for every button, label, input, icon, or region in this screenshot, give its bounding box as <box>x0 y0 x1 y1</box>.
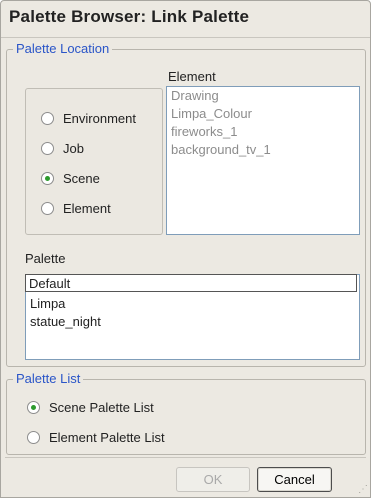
ok-button[interactable]: OK <box>176 467 250 492</box>
element-list-header: Element <box>168 69 216 84</box>
radio-label: Environment <box>63 110 136 126</box>
element-list[interactable]: Drawing Limpa_Colour fireworks_1 backgro… <box>166 86 360 235</box>
cancel-button[interactable]: Cancel <box>257 467 332 492</box>
list-item[interactable]: fireworks_1 <box>167 123 359 141</box>
window-title: Palette Browser: Link Palette <box>9 7 250 26</box>
palette-label: Palette <box>25 251 66 266</box>
radio-label: Scene Palette List <box>49 399 154 415</box>
radio-scene[interactable]: Scene <box>41 168 100 188</box>
palette-selected-item[interactable]: Default <box>25 274 357 292</box>
radio-environment[interactable]: Environment <box>41 108 136 128</box>
list-item[interactable]: Limpa <box>26 295 359 313</box>
footer-divider <box>5 457 366 458</box>
radio-label: Element Palette List <box>49 429 165 445</box>
radio-button[interactable] <box>27 430 40 444</box>
radio-element-palette-list[interactable]: Element Palette List <box>27 427 165 447</box>
resize-grip-icon[interactable]: ⋰ <box>358 485 368 495</box>
list-item[interactable]: Drawing <box>167 87 359 105</box>
radio-button-checked[interactable] <box>41 171 54 185</box>
radio-button[interactable] <box>41 141 54 155</box>
radio-button-checked[interactable] <box>27 400 40 414</box>
radio-element[interactable]: Element <box>41 198 111 218</box>
palette-browser-dialog: Palette Browser: Link Palette Palette Lo… <box>0 0 371 498</box>
radio-label: Job <box>63 140 84 156</box>
list-item[interactable]: statue_night <box>26 313 359 331</box>
radio-label: Element <box>63 200 111 216</box>
palette-list-legend: Palette List <box>13 371 84 386</box>
radio-button[interactable] <box>41 201 54 215</box>
palette-location-legend: Palette Location <box>13 41 113 56</box>
radio-scene-palette-list[interactable]: Scene Palette List <box>27 397 154 417</box>
list-item[interactable]: Limpa_Colour <box>167 105 359 123</box>
title-bar: Palette Browser: Link Palette <box>1 1 370 38</box>
list-item[interactable]: background_tv_1 <box>167 141 359 159</box>
radio-button[interactable] <box>41 111 54 125</box>
radio-job[interactable]: Job <box>41 138 84 158</box>
radio-label: Scene <box>63 170 100 186</box>
